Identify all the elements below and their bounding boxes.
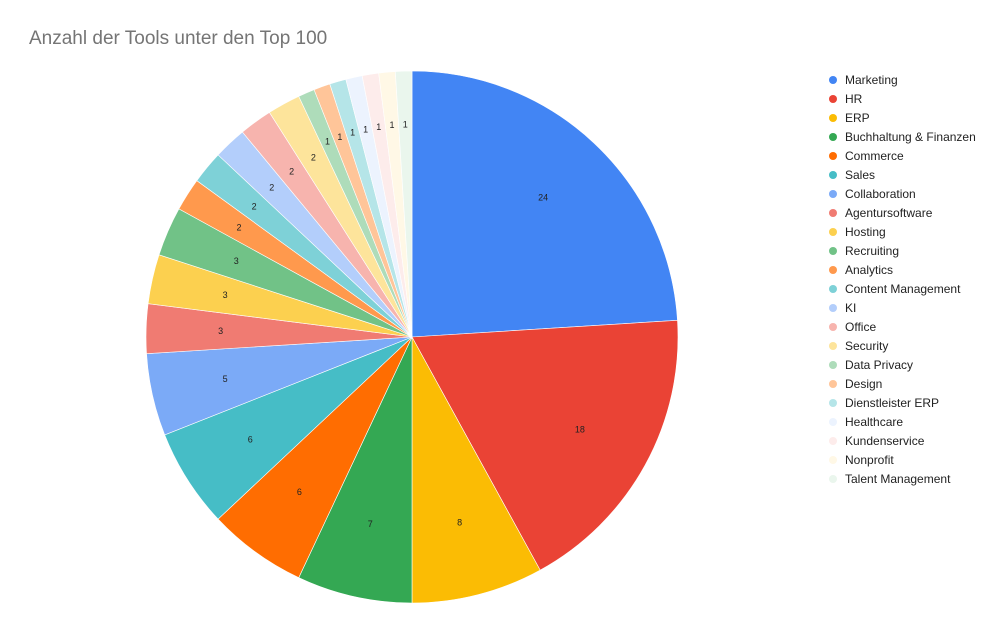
legend-marker-icon (829, 170, 837, 179)
legend-item-sales[interactable]: Sales (829, 165, 976, 184)
legend-marker-icon (829, 455, 837, 464)
slice-value-label: 2 (252, 201, 257, 211)
legend-item-kundenservice[interactable]: Kundenservice (829, 431, 976, 450)
legend-label: Security (845, 338, 889, 353)
legend-marker-icon (829, 208, 837, 217)
legend-item-collaboration[interactable]: Collaboration (829, 184, 976, 203)
legend-label: Marketing (845, 72, 898, 87)
legend-label: Recruiting (845, 243, 900, 258)
slice-value-label: 3 (223, 290, 228, 300)
legend-marker-icon (829, 322, 837, 331)
legend-item-ki[interactable]: KI (829, 298, 976, 317)
legend-item-hosting[interactable]: Hosting (829, 222, 976, 241)
slice-value-label: 1 (376, 122, 381, 132)
legend-label: Hosting (845, 224, 886, 239)
slice-value-label: 2 (269, 183, 274, 193)
legend-item-talent-management[interactable]: Talent Management (829, 469, 976, 488)
legend-marker-icon (829, 360, 837, 369)
legend-marker-icon (829, 379, 837, 388)
slice-value-label: 2 (311, 153, 316, 163)
legend-label: Sales (845, 167, 876, 182)
legend-item-hr[interactable]: HR (829, 89, 976, 108)
legend-label: ERP (845, 110, 870, 125)
legend-item-agentursoftware[interactable]: Agentursoftware (829, 203, 976, 222)
slice-value-label: 3 (234, 256, 239, 266)
slice-value-label: 6 (248, 435, 253, 445)
legend-marker-icon (829, 246, 837, 255)
legend-marker-icon (829, 75, 837, 84)
legend-label: Design (845, 376, 883, 391)
legend-label: Collaboration (845, 186, 916, 201)
slice-value-label: 3 (218, 326, 223, 336)
legend-label: Data Privacy (845, 357, 914, 372)
slice-value-label: 2 (237, 222, 242, 232)
legend-label: Office (845, 319, 877, 334)
legend-marker-icon (829, 265, 837, 274)
legend-marker-icon (829, 94, 837, 103)
legend-label: Commerce (845, 148, 904, 163)
legend-label: Healthcare (845, 414, 904, 429)
legend-marker-icon (829, 151, 837, 160)
legend-label: Talent Management (845, 471, 951, 486)
slice-value-label: 2 (289, 166, 294, 176)
slice-value-label: 1 (325, 137, 330, 147)
legend-label: Nonprofit (845, 452, 894, 467)
slice-value-label: 1 (389, 120, 394, 130)
legend-marker-icon (829, 113, 837, 122)
legend-item-office[interactable]: Office (829, 317, 976, 336)
legend-item-content-management[interactable]: Content Management (829, 279, 976, 298)
legend-marker-icon (829, 341, 837, 350)
legend-label: Buchhaltung & Finanzen (845, 129, 976, 144)
slice-value-label: 1 (337, 132, 342, 142)
legend-marker-icon (829, 436, 837, 445)
slice-value-label: 24 (538, 192, 548, 202)
legend-item-erp[interactable]: ERP (829, 108, 976, 127)
legend-marker-icon (829, 398, 837, 407)
legend-item-security[interactable]: Security (829, 336, 976, 355)
legend-marker-icon (829, 227, 837, 236)
legend-item-data-privacy[interactable]: Data Privacy (829, 355, 976, 374)
legend-marker-icon (829, 132, 837, 141)
legend-item-recruiting[interactable]: Recruiting (829, 241, 976, 260)
legend-label: Kundenservice (845, 433, 925, 448)
chart-legend: Marketing HR ERP Buchhaltung & Finanzen Comm… (829, 70, 976, 488)
slice-value-label: 18 (575, 424, 585, 434)
slice-value-label: 7 (368, 519, 373, 529)
legend-marker-icon (829, 189, 837, 198)
legend-item-design[interactable]: Design (829, 374, 976, 393)
legend-label: HR (845, 91, 863, 106)
slice-value-label: 8 (457, 518, 462, 528)
legend-item-dienstleister-erp[interactable]: Dienstleister ERP (829, 393, 976, 412)
slice-value-label: 1 (350, 128, 355, 138)
slice-value-label: 6 (297, 487, 302, 497)
pie-slice-marketing[interactable] (411, 70, 678, 338)
legend-marker-icon (829, 474, 837, 483)
legend-label: Analytics (845, 262, 894, 277)
legend-label: Agentursoftware (845, 205, 933, 220)
legend-item-analytics[interactable]: Analytics (829, 260, 976, 279)
legend-item-commerce[interactable]: Commerce (829, 146, 976, 165)
legend-marker-icon (829, 284, 837, 293)
legend-item-nonprofit[interactable]: Nonprofit (829, 450, 976, 469)
legend-marker-icon (829, 303, 837, 312)
legend-label: KI (845, 300, 857, 315)
legend-label: Content Management (845, 281, 961, 296)
legend-item-buchhaltung-finanzen[interactable]: Buchhaltung & Finanzen (829, 127, 976, 146)
slice-value-label: 1 (363, 124, 368, 134)
legend-item-healthcare[interactable]: Healthcare (829, 412, 976, 431)
legend-label: Dienstleister ERP (845, 395, 940, 410)
legend-marker-icon (829, 417, 837, 426)
slice-value-label: 5 (223, 374, 228, 384)
pie-slices (145, 70, 679, 604)
legend-item-marketing[interactable]: Marketing (829, 70, 976, 89)
slice-value-label: 1 (403, 119, 408, 129)
